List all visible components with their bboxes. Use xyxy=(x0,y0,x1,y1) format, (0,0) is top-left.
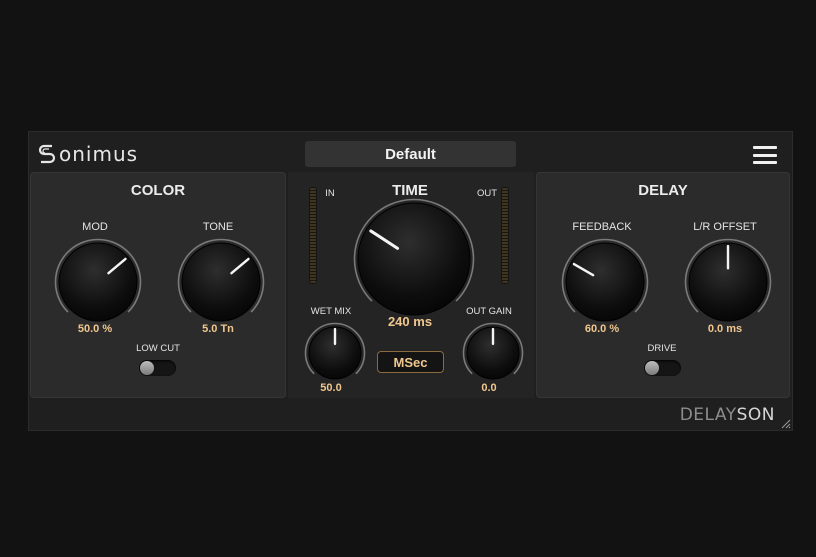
feedback-label: FEEDBACK xyxy=(572,221,632,233)
color-title: COLOR xyxy=(130,182,186,199)
product-name: DELAYSON xyxy=(679,405,775,425)
wet-mix-label: WET MIX xyxy=(310,306,352,317)
logo-text: onimus xyxy=(59,142,139,166)
input-meter xyxy=(310,188,316,283)
lr-offset-value: 0.0 ms xyxy=(707,323,743,335)
drive-label: DRIVE xyxy=(647,343,677,354)
tone-knob[interactable] xyxy=(176,237,266,327)
feedback-value: 60.0 % xyxy=(584,323,620,335)
wet-mix-value: 50.0 xyxy=(320,382,342,394)
low-cut-toggle[interactable] xyxy=(139,360,176,376)
lr-offset-label: L/R OFFSET xyxy=(693,221,757,233)
tone-value: 5.0 Tn xyxy=(202,323,234,335)
wet-mix-knob[interactable] xyxy=(303,321,367,385)
mod-label: MOD xyxy=(82,221,108,233)
hamburger-menu-icon[interactable] xyxy=(753,146,777,164)
sync-mode-button[interactable]: MSec xyxy=(377,351,444,373)
drive-toggle[interactable] xyxy=(644,360,681,376)
resize-grip-icon[interactable] xyxy=(779,417,791,429)
low-cut-label: LOW CUT xyxy=(136,343,180,354)
delay-title: DELAY xyxy=(638,182,688,199)
sonimus-logo-icon xyxy=(38,144,56,164)
mod-knob[interactable] xyxy=(53,237,143,327)
preset-selector[interactable]: Default xyxy=(305,141,516,167)
output-meter xyxy=(502,188,508,283)
in-label: IN xyxy=(325,188,335,199)
feedback-knob[interactable] xyxy=(560,237,650,327)
out-label: OUT xyxy=(476,188,498,199)
time-knob[interactable] xyxy=(352,197,476,321)
sonimus-logo: onimus xyxy=(38,142,139,166)
mod-value: 50.0 % xyxy=(77,323,113,335)
tone-label: TONE xyxy=(202,221,234,233)
out-gain-value: 0.0 xyxy=(481,382,497,394)
time-value: 240 ms xyxy=(387,314,433,329)
out-gain-label: OUT GAIN xyxy=(466,306,512,317)
lr-offset-knob[interactable] xyxy=(683,237,773,327)
out-gain-knob[interactable] xyxy=(461,321,525,385)
